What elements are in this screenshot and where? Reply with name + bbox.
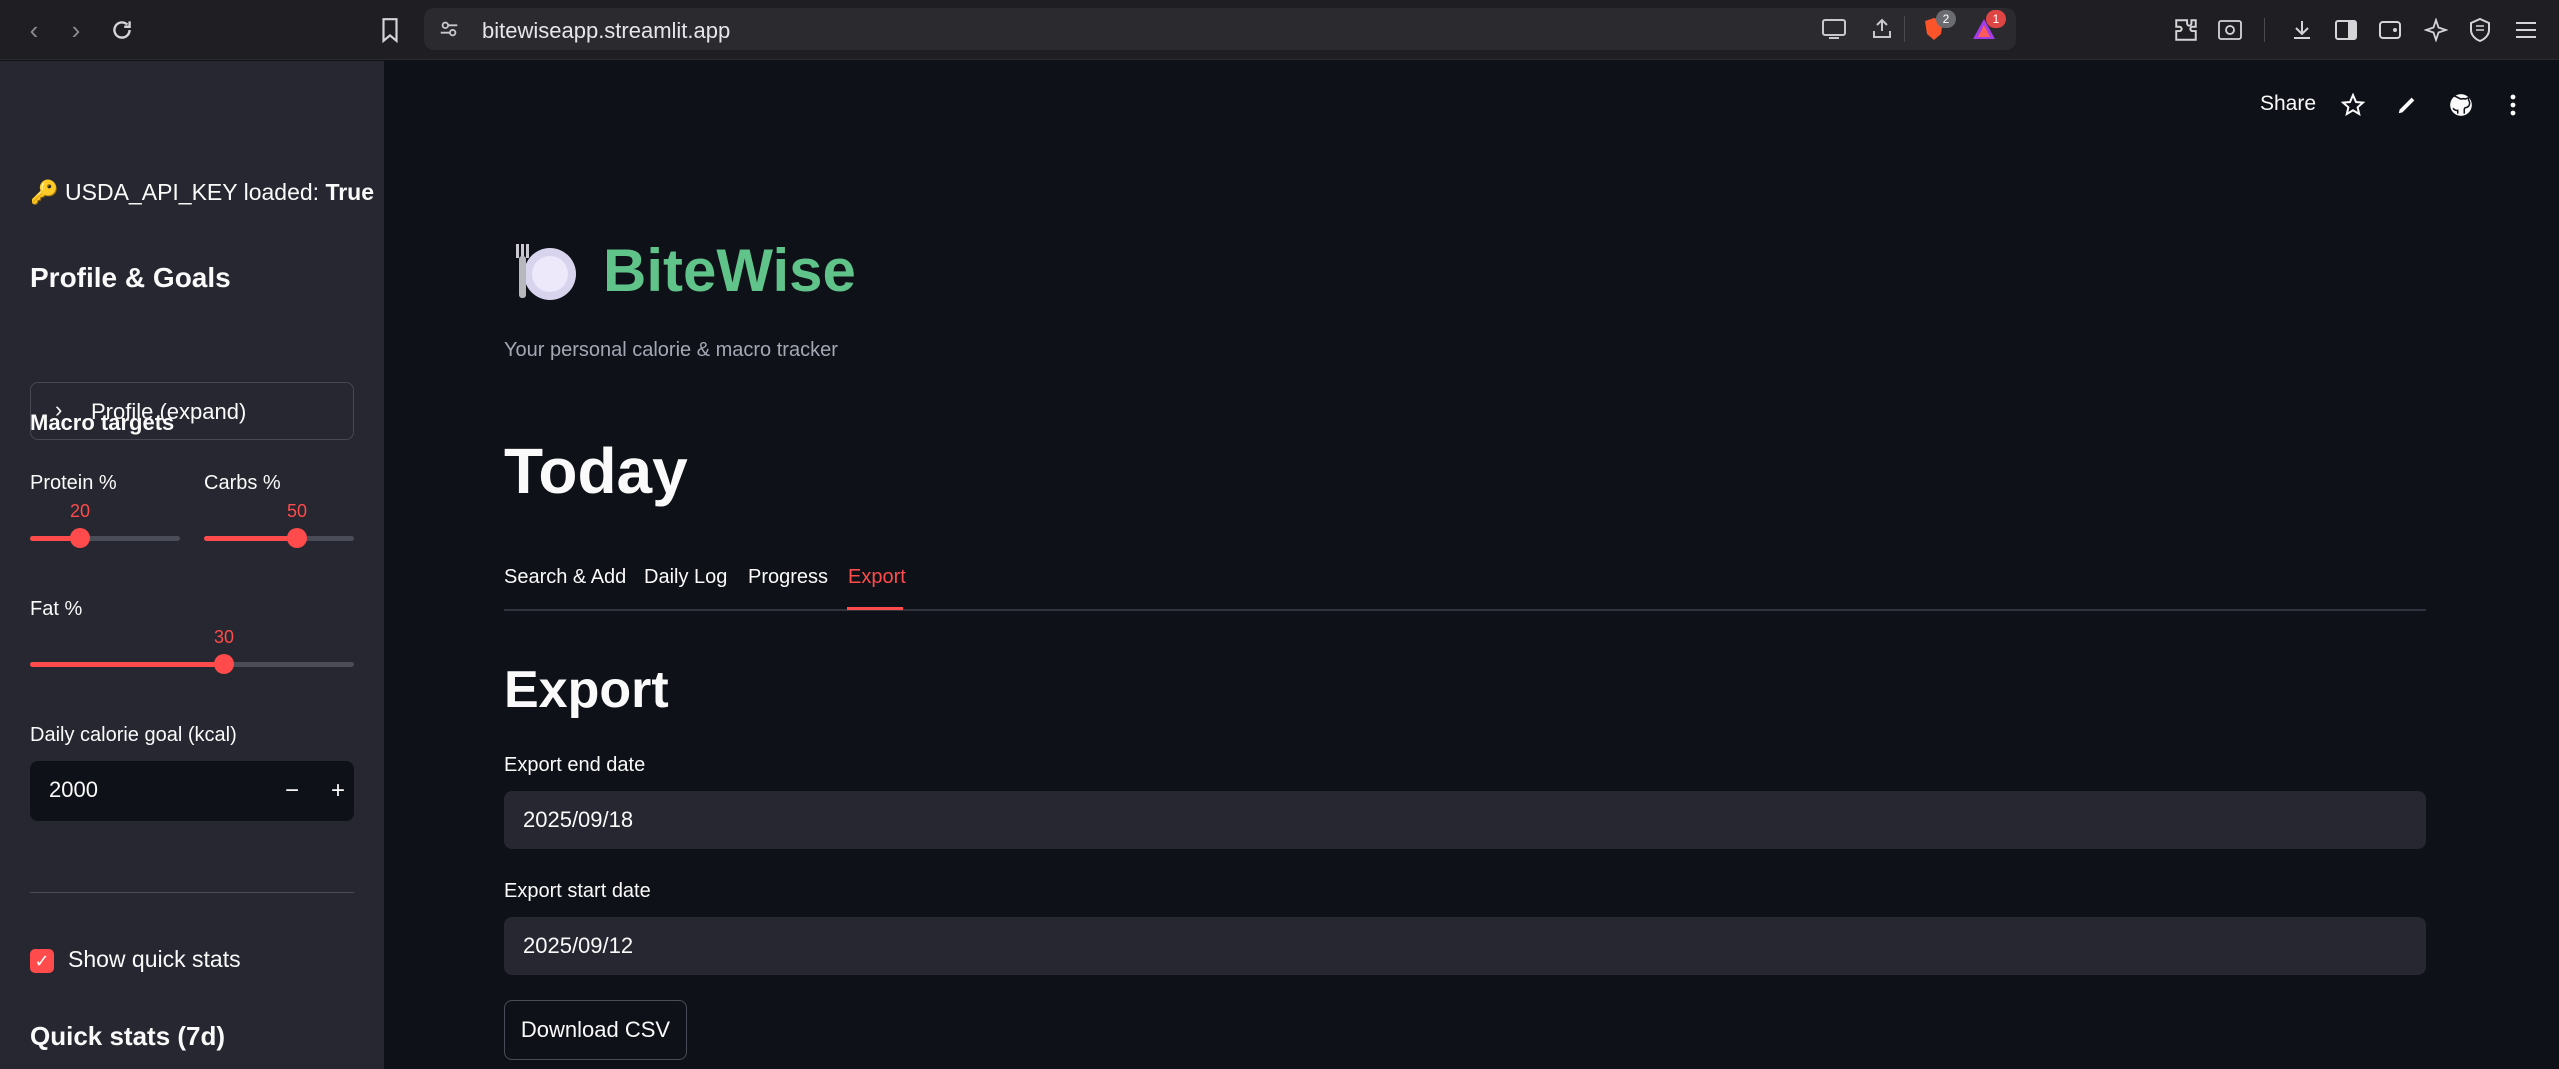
star-icon[interactable] [2336, 88, 2370, 122]
tab-bar: Search & Add Daily Log Progress Export [504, 565, 2426, 611]
extensions-icon[interactable] [2168, 12, 2204, 48]
sidebar-toggle-icon[interactable] [2328, 12, 2364, 48]
profile-heading: Profile & Goals [30, 262, 231, 293]
active-tab-indicator [847, 607, 903, 610]
tab-progress[interactable]: Progress [748, 566, 828, 589]
github-icon[interactable] [2444, 88, 2478, 122]
increment-button[interactable]: + [320, 774, 356, 808]
site-settings-icon[interactable] [434, 14, 464, 44]
quick-stats-checkbox[interactable]: ✓ [30, 949, 54, 973]
start-date-value[interactable]: 2025/09/12 [523, 933, 633, 959]
carbs-slider-label: Carbs % [204, 472, 281, 494]
app-title: BiteWise [603, 237, 856, 304]
calorie-goal-label: Daily calorie goal (kcal) [30, 724, 237, 746]
menu-icon[interactable] [2508, 12, 2544, 48]
share-page-icon[interactable] [1864, 11, 1900, 47]
toolbar-divider [2264, 18, 2265, 42]
url-text[interactable]: bitewiseapp.streamlit.app [482, 18, 730, 44]
export-heading: Export [504, 661, 669, 719]
calorie-goal-value[interactable]: 2000 [49, 777, 98, 803]
fat-slider[interactable] [30, 654, 354, 674]
decrement-button[interactable]: − [274, 774, 310, 808]
sidebar-divider [30, 892, 354, 893]
protein-slider-value: 20 [70, 501, 91, 521]
section-title: Today [504, 435, 688, 507]
leo-ai-icon[interactable] [2418, 12, 2454, 48]
carbs-slider[interactable] [204, 528, 354, 548]
tab-daily-log[interactable]: Daily Log [644, 566, 727, 589]
forward-icon[interactable]: › [58, 12, 94, 48]
api-status-value: True [325, 179, 375, 205]
carbs-slider-value: 50 [287, 501, 308, 521]
rewards-count-badge: 1 [1986, 10, 2006, 28]
edit-icon[interactable] [2390, 88, 2424, 122]
app-subtitle: Your personal calorie & macro tracker [504, 339, 838, 361]
api-key-status: 🔑 USDA_API_KEY loaded: True [30, 179, 374, 206]
tab-search-icon[interactable] [2212, 12, 2248, 48]
shields-count-badge: 2 [1936, 10, 1956, 28]
reload-icon[interactable] [104, 12, 140, 48]
download-csv-button[interactable]: Download CSV [504, 1000, 687, 1060]
vpn-icon[interactable] [2462, 12, 2498, 48]
calorie-goal-input[interactable]: 2000 − + [30, 761, 354, 821]
macro-targets-heading: Macro targets [30, 410, 175, 435]
plate-icon [512, 238, 580, 306]
quick-stats-heading: Quick stats (7d) [30, 1021, 226, 1051]
cast-icon[interactable] [1816, 11, 1852, 47]
start-date-input[interactable]: 2025/09/12 [504, 917, 2426, 975]
fat-slider-value: 30 [214, 627, 235, 647]
protein-slider[interactable] [30, 528, 180, 548]
end-date-value[interactable]: 2025/09/18 [523, 807, 633, 833]
wallet-icon[interactable] [2372, 12, 2408, 48]
protein-slider-label: Protein % [30, 472, 117, 494]
fat-slider-fill [30, 662, 224, 667]
end-date-label: Export end date [504, 754, 646, 776]
key-icon: 🔑 [30, 179, 59, 205]
end-date-input[interactable]: 2025/09/18 [504, 791, 2426, 849]
tab-search-add[interactable]: Search & Add [504, 566, 626, 589]
address-bar[interactable]: bitewiseapp.streamlit.app 2 1 [424, 8, 2016, 50]
api-status-prefix: USDA_API_KEY loaded: [65, 179, 320, 205]
fat-slider-thumb[interactable] [214, 654, 234, 674]
carbs-slider-thumb[interactable] [287, 528, 307, 548]
toolbar-divider [1904, 16, 1905, 42]
fat-slider-label: Fat % [30, 598, 83, 620]
start-date-label: Export start date [504, 880, 651, 902]
back-icon[interactable]: ‹ [16, 12, 52, 48]
downloads-icon[interactable] [2284, 12, 2320, 48]
browser-toolbar: ‹ › bitewiseapp.streamlit.app 2 1 [0, 0, 2559, 60]
bookmark-icon[interactable] [372, 12, 408, 48]
protein-slider-thumb[interactable] [70, 528, 90, 548]
kebab-menu-icon[interactable] [2496, 88, 2530, 122]
carbs-slider-fill [204, 536, 297, 541]
share-button[interactable]: Share [2260, 92, 2316, 116]
sidebar: 🔑 USDA_API_KEY loaded: True Profile & Go… [0, 61, 384, 1069]
quick-stats-label[interactable]: Show quick stats [68, 946, 241, 973]
tab-export[interactable]: Export [848, 566, 906, 589]
